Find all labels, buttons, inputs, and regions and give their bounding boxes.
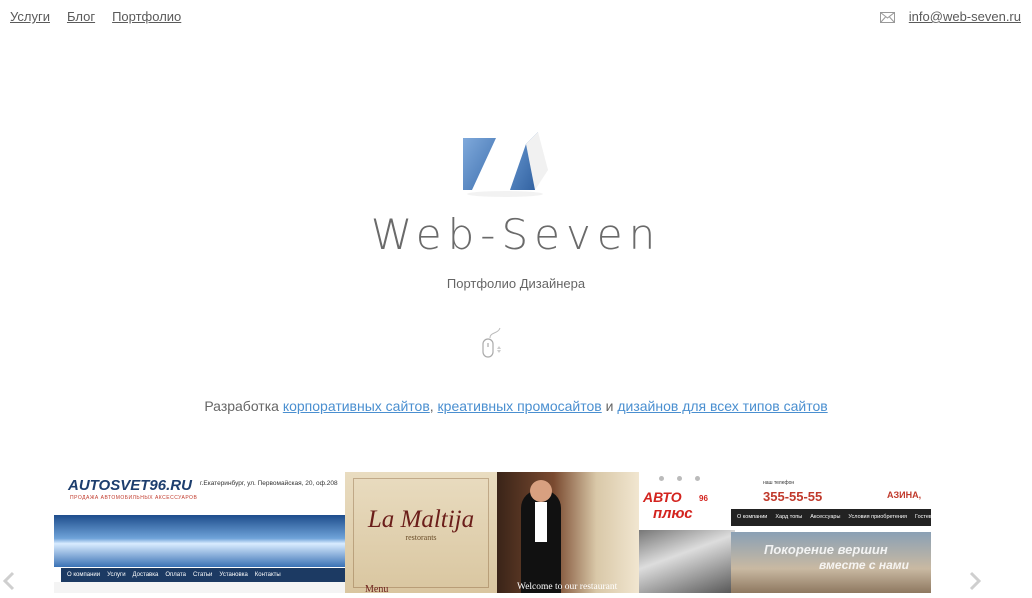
slide-nav-item: Контакты	[254, 572, 281, 578]
slide-banner-line2: вместе с нами	[819, 558, 909, 572]
slide-welcome-text: Welcome to our restaurant	[517, 582, 618, 592]
slide-logo-line2: плюс	[653, 505, 693, 522]
link-all-designs[interactable]: дизайнов для всех типов сайтов	[617, 398, 827, 414]
slide-car-image	[639, 530, 735, 593]
nav-link-portfolio[interactable]: Портфолио	[112, 9, 181, 24]
email-link[interactable]: info@web-seven.ru	[909, 9, 1021, 24]
slide-address: г.Екатеринбург, ул. Первомайская, 20, оф…	[200, 480, 338, 487]
slide-nav-item: О компании	[67, 572, 101, 578]
slide-nav-item: Установка	[219, 572, 248, 578]
contact-block: info@web-seven.ru	[879, 9, 1021, 24]
top-nav: Услуги Блог Портфолио	[10, 9, 181, 24]
waiter-shirt	[535, 502, 547, 542]
nav-link-blog[interactable]: Блог	[67, 9, 95, 24]
tagline: Портфолио Дизайнера	[446, 276, 586, 291]
mouse-icon[interactable]	[480, 326, 506, 362]
slide-nav-item: Оплата	[165, 572, 186, 578]
chevron-right-icon[interactable]	[966, 568, 984, 593]
portfolio-slide-la-maltija[interactable]: La Maltija restorants Menu	[345, 472, 497, 593]
slide-logo-number: 96	[699, 494, 708, 503]
slide-nav-item: Условия приобретения	[848, 514, 907, 520]
slide-nav-item: Аксессуары	[810, 514, 841, 520]
slide-nav-item: О компании	[737, 514, 768, 520]
slide-nav-item: Статьи	[192, 572, 213, 578]
slide-nav: О компании Услуги Доставка Оплата Статьи…	[61, 568, 345, 582]
dev-prefix: Разработка	[204, 398, 279, 414]
dev-conjunction: и	[605, 398, 614, 414]
slide-phone: 355-55-55	[763, 489, 823, 504]
slide-nav-item: Хард топы	[775, 514, 803, 520]
waiter-head	[530, 480, 552, 502]
site-logo-icon	[460, 130, 550, 198]
mail-icon	[879, 11, 895, 23]
slide-nav-item: Гостевая	[915, 514, 931, 520]
slide-subtitle: ПРОДАЖА АВТОМОБИЛЬНЫХ АКСЕССУАРОВ	[70, 495, 198, 501]
slide-menu-label: Menu	[365, 584, 389, 593]
chevron-left-icon[interactable]	[0, 568, 18, 593]
slide-dots	[659, 476, 700, 481]
link-corporate-sites[interactable]: корпоративных сайтов	[283, 398, 430, 414]
portfolio-slide-autosvet[interactable]: AUTOSVET96.RU ПРОДАЖА АВТОМОБИЛЬНЫХ АКСЕ…	[54, 472, 345, 593]
slide-subtitle: restorants	[405, 533, 437, 542]
slide-title: La Maltija	[367, 506, 475, 533]
slide-city: АЗИНА,	[887, 490, 922, 500]
dev-separator: ,	[429, 398, 434, 414]
slide-banner	[54, 515, 345, 567]
nav-link-services[interactable]: Услуги	[10, 9, 50, 24]
slide-banner-line1: Покорение вершин	[764, 542, 888, 557]
slide-title: AUTOSVET96.RU	[68, 477, 192, 494]
portfolio-carousel: AUTOSVET96.RU ПРОДАЖА АВТОМОБИЛЬНЫХ АКСЕ…	[54, 472, 931, 593]
slide-nav-item: Услуги	[107, 572, 126, 578]
brand-name: Web-Seven	[370, 210, 662, 259]
development-line: Разработка корпоративных сайтов, креатив…	[0, 398, 1032, 414]
slide-nav: О компании Хард топы Аксессуары Условия …	[731, 509, 931, 526]
slide-logo-line1: АВТО	[643, 489, 682, 505]
slide-nav-item: Доставка	[132, 572, 159, 578]
portfolio-slide-restaurant-photo[interactable]: Welcome to our restaurant	[497, 472, 639, 593]
slide-phone-label: наш телефон	[763, 480, 795, 486]
link-promo-sites[interactable]: креативных промосайтов	[438, 398, 602, 414]
slide-footer	[54, 582, 345, 593]
portfolio-slide-avtoplus[interactable]: АВТО плюс 96 наш телефон 355-55-55 АЗИНА…	[639, 472, 931, 593]
